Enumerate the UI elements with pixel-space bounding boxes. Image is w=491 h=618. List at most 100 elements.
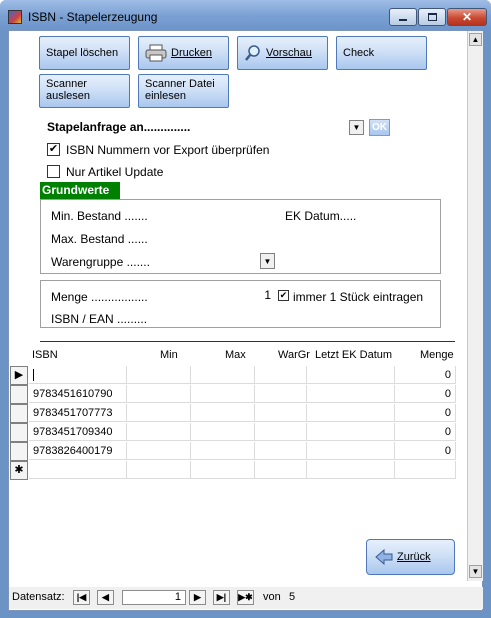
max-bestand-field[interactable] bbox=[164, 229, 276, 247]
last-record-icon[interactable]: ▶| bbox=[213, 590, 230, 605]
max-cell[interactable] bbox=[191, 461, 255, 479]
min-cell[interactable] bbox=[127, 423, 191, 441]
check-button[interactable]: Check bbox=[336, 36, 427, 70]
min-bestand-field[interactable] bbox=[164, 205, 276, 223]
wargr-cell[interactable] bbox=[255, 461, 307, 479]
isbn-cell[interactable]: 9783826400179 bbox=[29, 442, 127, 460]
vorschau-button[interactable]: Vorschau bbox=[237, 36, 328, 70]
min-cell[interactable] bbox=[127, 442, 191, 460]
isbn-cell[interactable] bbox=[29, 366, 127, 384]
ek-datum-field[interactable] bbox=[366, 205, 439, 223]
min-cell[interactable] bbox=[127, 461, 191, 479]
dropdown-arrow-icon[interactable]: ▼ bbox=[349, 120, 364, 135]
text-cursor bbox=[33, 369, 34, 382]
table-row[interactable]: 9783451610790 0 bbox=[10, 385, 468, 404]
ek-datum-cell[interactable] bbox=[307, 404, 395, 422]
table-row[interactable]: 9783826400179 0 bbox=[10, 442, 468, 461]
isbn-cell[interactable]: 9783451709340 bbox=[29, 423, 127, 441]
header-max: Max bbox=[225, 349, 246, 361]
ok-button[interactable]: OK bbox=[369, 119, 390, 136]
isbn-check-checkbox[interactable]: ✔ bbox=[47, 143, 60, 156]
row-selector[interactable] bbox=[10, 423, 28, 442]
scanner-auslesen-label-1: Scanner bbox=[46, 78, 87, 90]
menge-field[interactable]: 1 bbox=[164, 286, 276, 304]
immer-1-checkbox[interactable]: ✔ bbox=[278, 290, 289, 301]
drucken-button[interactable]: Drucken bbox=[138, 36, 229, 70]
table-row[interactable]: 9783451709340 0 bbox=[10, 423, 468, 442]
menge-cell[interactable]: 0 bbox=[395, 385, 456, 403]
max-cell[interactable] bbox=[191, 385, 255, 403]
warengruppe-combo[interactable]: ▼ bbox=[164, 252, 276, 270]
warengruppe-dropdown-arrow-icon[interactable]: ▼ bbox=[260, 253, 275, 269]
menge-cell[interactable] bbox=[395, 461, 456, 479]
menge-cell[interactable]: 0 bbox=[395, 366, 456, 384]
header-letzt-ek-datum: Letzt EK Datum bbox=[315, 349, 393, 361]
printer-icon bbox=[145, 44, 167, 62]
stapel-loeschen-button[interactable]: Stapel löschen bbox=[39, 36, 130, 70]
table-header: ISBN Min Max WarGr Letzt EK Datum Menge bbox=[10, 347, 468, 365]
first-record-icon[interactable]: |◀ bbox=[73, 590, 90, 605]
isbn-ean-field[interactable] bbox=[164, 308, 276, 326]
wargr-cell[interactable] bbox=[255, 442, 307, 460]
max-cell[interactable] bbox=[191, 366, 255, 384]
vertical-scrollbar[interactable]: ▲ ▼ bbox=[467, 31, 483, 581]
min-cell[interactable] bbox=[127, 404, 191, 422]
new-record-icon[interactable]: ✱ bbox=[10, 461, 28, 480]
nur-artikel-label: Nur Artikel Update bbox=[66, 165, 164, 179]
form-area: Stapel löschen Drucken Vorschau Check Sc… bbox=[8, 30, 483, 611]
ek-datum-cell[interactable] bbox=[307, 423, 395, 441]
menge-cell[interactable]: 0 bbox=[395, 404, 456, 422]
ek-datum-cell[interactable] bbox=[307, 385, 395, 403]
max-cell[interactable] bbox=[191, 423, 255, 441]
wargr-cell[interactable] bbox=[255, 423, 307, 441]
close-button[interactable]: ✕ bbox=[447, 8, 487, 26]
isbn-cell[interactable]: 9783451610790 bbox=[29, 385, 127, 403]
min-cell[interactable] bbox=[127, 385, 191, 403]
menge-label: Menge ................. bbox=[51, 290, 148, 304]
stapelanfrage-label: Stapelanfrage an.............. bbox=[47, 120, 191, 134]
max-cell[interactable] bbox=[191, 442, 255, 460]
max-bestand-label: Max. Bestand ...... bbox=[51, 232, 148, 246]
wargr-cell[interactable] bbox=[255, 366, 307, 384]
scroll-down-arrow-icon[interactable]: ▼ bbox=[469, 565, 482, 578]
stapelanfrage-combo[interactable]: ▼ bbox=[210, 119, 365, 136]
current-row-selector-icon[interactable]: ▶ bbox=[10, 366, 28, 385]
minimize-button[interactable] bbox=[389, 8, 417, 26]
new-record-nav-icon[interactable]: ▶✱ bbox=[237, 590, 254, 605]
ek-datum-cell[interactable] bbox=[307, 366, 395, 384]
next-record-icon[interactable]: ▶ bbox=[189, 590, 206, 605]
window-title: ISBN - Stapelerzeugung bbox=[28, 10, 158, 24]
max-cell[interactable] bbox=[191, 404, 255, 422]
separator-line bbox=[40, 341, 455, 342]
title-bar[interactable]: ISBN - Stapelerzeugung ✕ bbox=[0, 0, 491, 32]
new-record-row[interactable]: ✱ bbox=[10, 461, 468, 480]
zurueck-button[interactable]: Zurück bbox=[366, 539, 455, 575]
record-number-field[interactable]: 1 bbox=[122, 590, 186, 605]
maximize-button[interactable] bbox=[418, 8, 446, 26]
menge-cell[interactable]: 0 bbox=[395, 442, 456, 460]
min-cell[interactable] bbox=[127, 366, 191, 384]
vorschau-label: Vorschau bbox=[266, 47, 312, 59]
wargr-cell[interactable] bbox=[255, 385, 307, 403]
row-selector[interactable] bbox=[10, 385, 28, 404]
scanner-auslesen-button[interactable]: Scanner auslesen bbox=[39, 74, 130, 108]
table-row[interactable]: ▶ 0 bbox=[10, 366, 468, 385]
previous-record-icon[interactable]: ◀ bbox=[97, 590, 114, 605]
total-records: 5 bbox=[289, 591, 296, 603]
menge-cell[interactable]: 0 bbox=[395, 423, 456, 441]
header-menge: Menge bbox=[420, 349, 454, 361]
ek-datum-cell[interactable] bbox=[307, 442, 395, 460]
isbn-cell[interactable]: 9783451707773 bbox=[29, 404, 127, 422]
nur-artikel-checkbox[interactable] bbox=[47, 165, 60, 178]
ek-datum-cell[interactable] bbox=[307, 461, 395, 479]
scanner-datei-einlesen-button[interactable]: Scanner Datei einlesen bbox=[138, 74, 229, 108]
header-isbn: ISBN bbox=[32, 349, 58, 361]
scroll-up-arrow-icon[interactable]: ▲ bbox=[469, 33, 482, 46]
isbn-cell[interactable] bbox=[29, 461, 127, 479]
ek-datum-label: EK Datum..... bbox=[285, 209, 357, 223]
table-row[interactable]: 9783451707773 0 bbox=[10, 404, 468, 423]
wargr-cell[interactable] bbox=[255, 404, 307, 422]
row-selector[interactable] bbox=[10, 442, 28, 461]
row-selector[interactable] bbox=[10, 404, 28, 423]
minimize-icon bbox=[399, 19, 407, 21]
